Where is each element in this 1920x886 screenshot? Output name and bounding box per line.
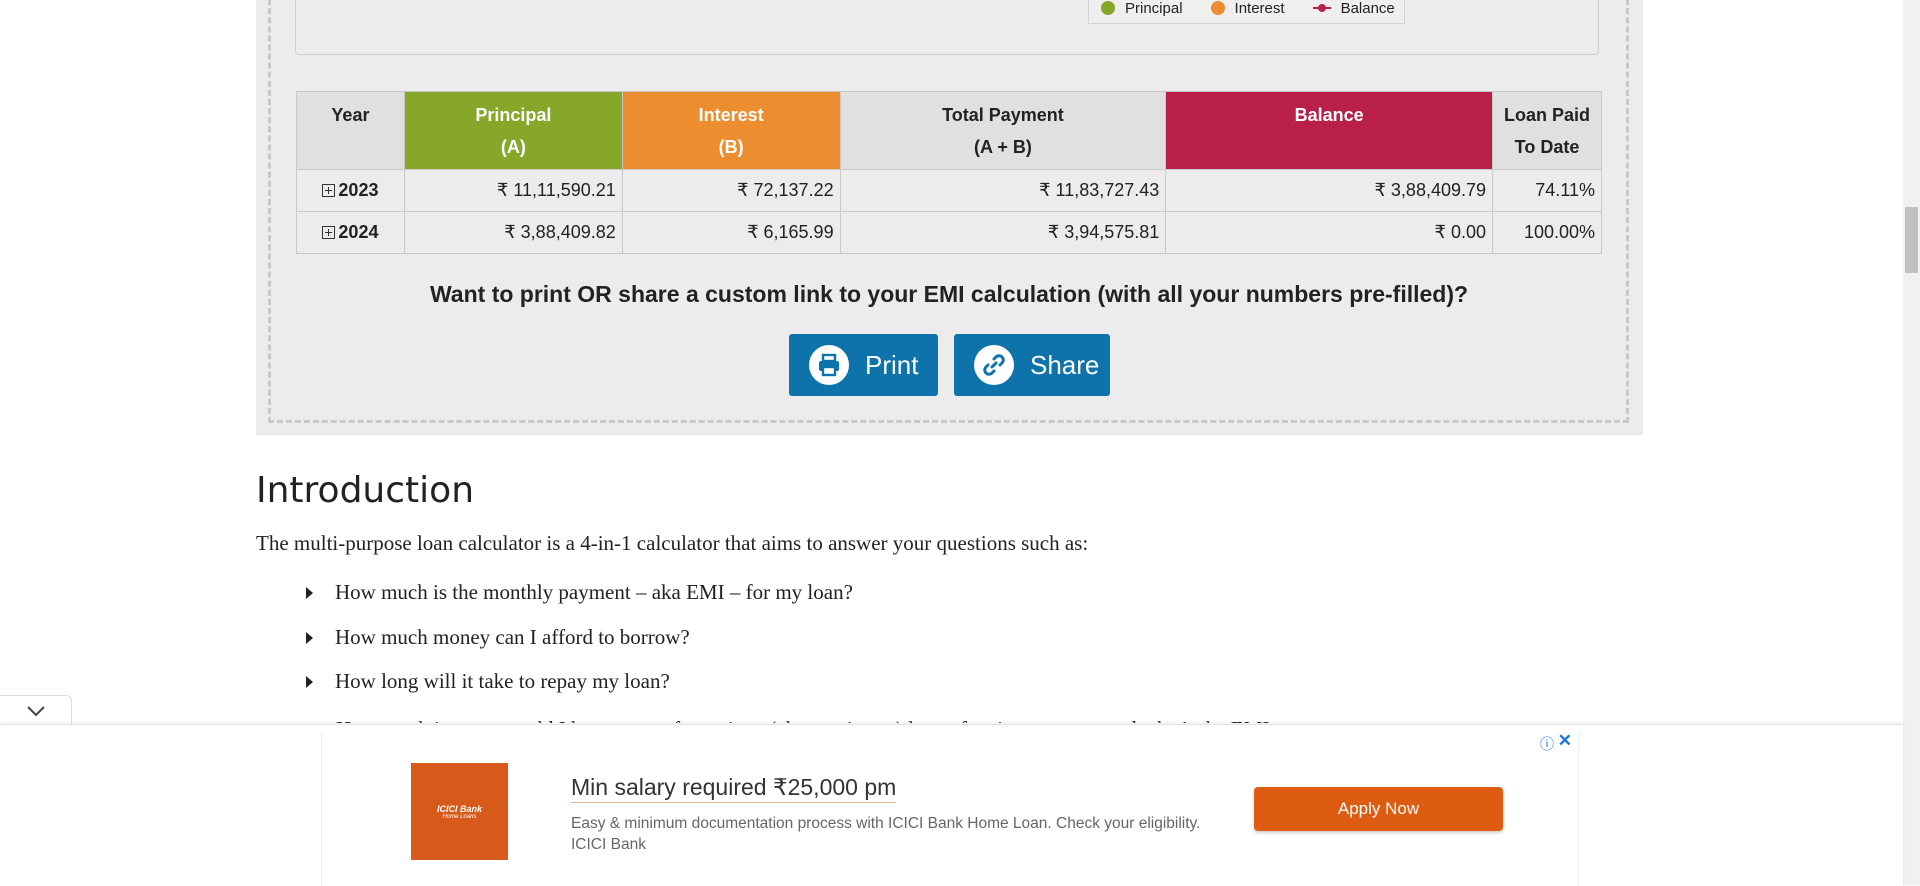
ad-logo-text: ICICI Bank — [436, 803, 482, 814]
bullet-triangle-icon — [306, 676, 313, 688]
partially-hidden-list-item: How much interest would I have to pay fo… — [336, 717, 1290, 723]
header-loan-paid: Loan Paid To Date — [1492, 91, 1602, 170]
total-payment-cell: ₹ 11,83,727.43 — [839, 169, 1167, 212]
legend-label: Balance — [1340, 0, 1395, 17]
legend-label: Principal — [1125, 0, 1183, 17]
header-balance: Balance — [1165, 91, 1494, 170]
legend-item-principal[interactable]: Principal — [1101, 0, 1183, 17]
introduction-heading: Introduction — [256, 470, 475, 511]
legend-label: Interest — [1234, 0, 1285, 17]
list-item: How much is the monthly payment – aka EM… — [302, 580, 853, 625]
print-button[interactable]: Print — [789, 334, 938, 396]
header-principal: Principal (A) — [403, 91, 623, 170]
list-item: How long will it take to repay my loan? — [302, 669, 853, 714]
loan-paid-cell: 74.11% — [1492, 169, 1602, 212]
chart-container: Principal Interest Balance — [295, 0, 1599, 55]
list-item-text: How long will it take to repay my loan? — [335, 669, 670, 693]
principal-cell: ₹ 11,11,590.21 — [403, 169, 623, 212]
share-button-label: Share — [1030, 349, 1100, 380]
table-row: 2023 ₹ 11,11,590.21 ₹ 72,137.22 ₹ 11,83,… — [296, 169, 1602, 212]
link-icon — [974, 345, 1014, 385]
principal-cell: ₹ 3,88,409.82 — [403, 211, 623, 254]
question-list: How much is the monthly payment – aka EM… — [302, 580, 853, 714]
close-icon[interactable]: ✕ — [1558, 731, 1572, 751]
legend-item-interest[interactable]: Interest — [1210, 0, 1285, 17]
legend-item-balance[interactable]: Balance — [1312, 0, 1395, 17]
total-payment-cell: ₹ 3,94,575.81 — [839, 211, 1167, 254]
header-total-payment: Total Payment (A + B) — [839, 91, 1167, 170]
ad-title[interactable]: Min salary required ₹25,000 pm — [571, 774, 897, 803]
loan-paid-cell: 100.00% — [1492, 211, 1602, 254]
balance-cell: ₹ 3,88,409.79 — [1165, 169, 1494, 212]
share-button[interactable]: Share — [954, 334, 1110, 396]
year-value: 2023 — [338, 180, 379, 200]
ad-collapse-toggle[interactable] — [0, 695, 72, 725]
print-button-label: Print — [865, 349, 919, 380]
balance-cell: ₹ 0.00 — [1165, 211, 1494, 254]
bottom-ad-banner: ICICI Bank Home Loans Min salary require… — [0, 724, 1903, 886]
ad-description: Easy & minimum documentation process wit… — [571, 815, 1201, 853]
apply-now-button[interactable]: Apply Now — [1254, 787, 1503, 831]
interest-cell: ₹ 6,165.99 — [621, 211, 841, 254]
year-toggle-cell[interactable]: 2024 — [296, 211, 405, 254]
printer-icon — [809, 345, 849, 385]
ad-card[interactable]: ICICI Bank Home Loans Min salary require… — [321, 731, 1579, 886]
year-toggle-cell[interactable]: 2023 — [296, 169, 405, 212]
ad-logo-subtext: Home Loans — [442, 813, 477, 820]
header-interest: Interest (B) — [621, 91, 841, 170]
balance-line-icon — [1312, 1, 1331, 15]
list-item-text: How much money can I afford to borrow? — [335, 624, 690, 649]
bullet-triangle-icon — [306, 631, 313, 644]
interest-cell: ₹ 72,137.22 — [621, 169, 841, 212]
chart-legend: Principal Interest Balance — [1088, 0, 1405, 24]
interest-dot-icon — [1210, 1, 1225, 15]
intro-paragraph: The multi-purpose loan calculator is a 4… — [256, 531, 1089, 555]
amortization-table: Year Principal (A) Interest (B) Total Paym… — [296, 91, 1602, 254]
list-item-text: How much is the monthly payment – aka EM… — [335, 580, 853, 604]
bullet-triangle-icon — [306, 587, 313, 599]
scrollbar-thumb[interactable] — [1905, 207, 1918, 273]
principal-dot-icon — [1101, 1, 1115, 15]
ad-logo[interactable]: ICICI Bank Home Loans — [411, 763, 508, 860]
expand-plus-icon[interactable] — [322, 226, 336, 239]
chevron-down-icon — [26, 705, 45, 716]
header-year: Year — [296, 91, 405, 170]
table-row: 2024 ₹ 3,88,409.82 ₹ 6,165.99 ₹ 3,94,575… — [296, 211, 1602, 254]
expand-plus-icon[interactable] — [322, 184, 336, 197]
year-value: 2024 — [338, 222, 379, 242]
page-scrollbar[interactable] — [1903, 0, 1920, 885]
table-header-row: Year Principal (A) Interest (B) Total Paym… — [296, 91, 1602, 170]
share-prompt: Want to print OR share a custom link to … — [429, 281, 1469, 307]
info-icon[interactable]: ⓘ — [1540, 734, 1554, 754]
list-item: How much money can I afford to borrow? — [302, 625, 853, 670]
